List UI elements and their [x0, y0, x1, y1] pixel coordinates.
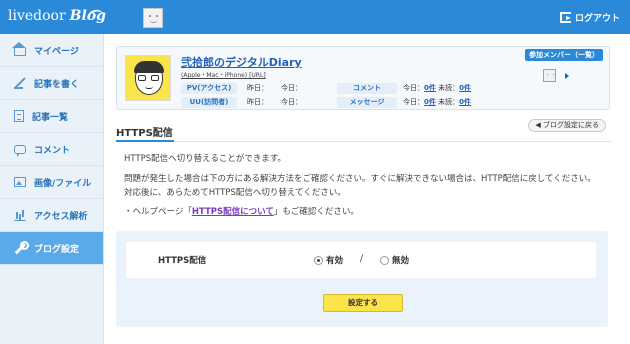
blog-subtitle[interactable]: (Apple・Mac・iPhone) [URL]	[181, 70, 266, 79]
logout-label: ログアウト	[574, 14, 620, 24]
message-today-label: 今日：	[403, 98, 424, 106]
submit-button[interactable]: 設定する	[323, 294, 403, 312]
sidebar-item-articles[interactable]: 記事一覧	[0, 100, 103, 133]
chart-icon	[14, 209, 26, 221]
radio-enabled[interactable]: 有効	[314, 254, 343, 266]
sidebar: マイページ 記事を書く 記事一覧 コメント 画像/ファイル アクセス解析 ブログ…	[0, 34, 104, 344]
comment-today-link[interactable]: 0件	[424, 84, 436, 92]
https-setting-row: HTTPS配信 有効 / 無効	[126, 242, 596, 278]
option-separator: /	[360, 254, 364, 264]
radio-disabled-label: 無効	[392, 256, 410, 266]
notice-text: 問題が発生した場合は下の方にある解決方法をご確認ください。すぐに解決できない場合…	[124, 174, 596, 198]
pv-label: PV(アクセス)	[181, 82, 237, 94]
pv-yesterday: 昨日：	[247, 84, 268, 92]
help-prefix: ・ヘルプページ「	[124, 207, 192, 217]
pv-today: 今日：	[281, 84, 302, 92]
message-label: メッセージ	[337, 96, 397, 108]
comment-unread-link[interactable]: 0件	[459, 84, 471, 92]
uu-today: 今日：	[281, 98, 302, 106]
intro-text: HTTPS配信へ切り替えることができます。	[124, 154, 287, 164]
help-line: ・ヘルプページ「HTTPS配信について」もご確認ください。	[124, 205, 604, 219]
pen-icon	[14, 77, 26, 89]
radio-checked-icon[interactable]	[314, 255, 323, 265]
uu-label: UU(訪問者)	[181, 96, 237, 108]
blog-avatar[interactable]	[125, 55, 171, 101]
sidebar-item-label: マイページ	[34, 46, 79, 57]
home-icon	[12, 42, 26, 56]
title-underline	[116, 140, 174, 142]
settings-form: HTTPS配信 有効 / 無効 設定する	[116, 231, 608, 327]
logout-button[interactable]: ログアウト	[559, 11, 620, 24]
sidebar-item-label: 記事一覧	[32, 112, 69, 123]
avatar-eyes	[149, 15, 158, 17]
radio-unchecked-icon[interactable]	[380, 255, 389, 265]
sidebar-item-label: アクセス解析	[34, 211, 88, 222]
image-icon	[14, 177, 26, 187]
member-avatar[interactable]	[543, 69, 556, 82]
logout-icon	[559, 12, 571, 23]
radio-disabled[interactable]: 無効	[380, 254, 409, 266]
wrench-icon	[14, 241, 29, 254]
sidebar-item-label: コメント	[34, 145, 71, 156]
glasses-icon	[138, 75, 146, 81]
back-to-settings-button[interactable]: ◀ ブログ設定に戻る	[528, 119, 606, 132]
blog-profile-panel: 弐拾郎のデジタルDiary (Apple・Mac・iPhone) [URL] P…	[116, 46, 610, 110]
chevron-right-icon[interactable]	[565, 73, 569, 79]
sidebar-item-analytics[interactable]: アクセス解析	[0, 199, 103, 232]
divider	[116, 141, 612, 142]
avatar-hair	[134, 61, 164, 73]
comment-icon	[14, 144, 26, 157]
help-suffix: 」もご確認ください。	[273, 207, 359, 217]
user-avatar[interactable]	[143, 8, 163, 28]
sidebar-item-write[interactable]: 記事を書く	[0, 67, 103, 100]
sidebar-item-blog-settings[interactable]: ブログ設定	[0, 232, 103, 265]
stats-row-uu: UU(訪問者) 昨日： 今日： メッセージ 今日：0件 未読：0件	[181, 96, 471, 108]
top-header: livedoor Blog ログアウト	[0, 0, 630, 34]
avatar-mouth	[150, 20, 157, 23]
sidebar-item-files[interactable]: 画像/ファイル	[0, 166, 103, 199]
sidebar-item-label: 記事を書く	[34, 79, 80, 90]
blog-title-link[interactable]: 弐拾郎のデジタルDiary	[181, 54, 302, 70]
comment-today-label: 今日：	[403, 84, 424, 92]
https-label: HTTPS配信	[158, 256, 207, 266]
comment-unread-label: 未読：	[438, 84, 460, 92]
message-today-link[interactable]: 0件	[424, 98, 436, 106]
members-list-button[interactable]: 参加メンバー（一覧）	[525, 49, 603, 61]
sidebar-item-label: 画像/ファイル	[34, 178, 92, 189]
page-title: HTTPS配信	[116, 128, 173, 139]
message-unread-label: 未読：	[438, 98, 460, 106]
help-link[interactable]: HTTPS配信について	[192, 207, 274, 217]
logo-text: livedoor	[8, 8, 66, 24]
stats-row-pv: PV(アクセス) 昨日： 今日： コメント 今日：0件 未読：0件	[181, 82, 471, 94]
message-unread-link[interactable]: 0件	[459, 98, 471, 106]
message-counts: 今日：0件 未読：0件	[403, 97, 471, 107]
sidebar-item-comments[interactable]: コメント	[0, 133, 103, 166]
radio-enabled-label: 有効	[326, 256, 344, 266]
document-icon	[14, 110, 24, 122]
sidebar-item-label: ブログ設定	[34, 244, 80, 255]
sidebar-item-mypage[interactable]: マイページ	[0, 34, 103, 67]
comment-counts: 今日：0件 未読：0件	[403, 83, 471, 93]
glasses-icon	[151, 75, 159, 81]
comment-label: コメント	[337, 82, 397, 94]
uu-yesterday: 昨日：	[247, 98, 268, 106]
